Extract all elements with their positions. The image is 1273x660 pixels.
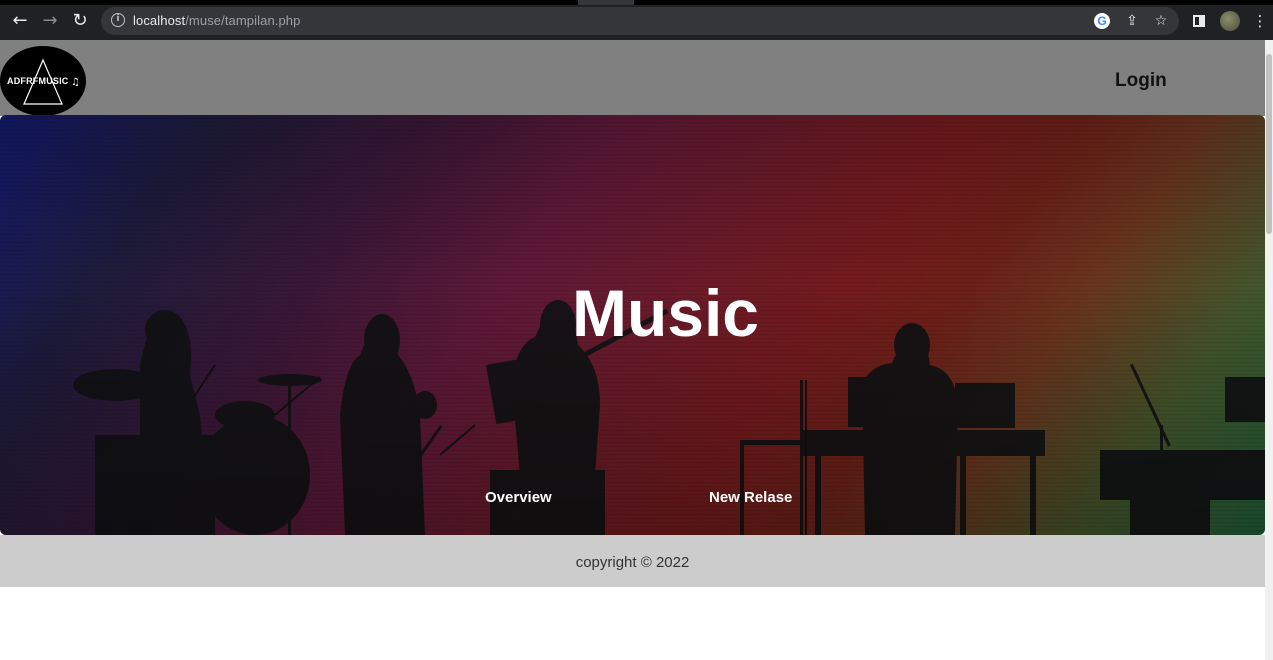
new-release-link[interactable]: New Relase [709,489,792,506]
reload-icon[interactable]: ↻ [70,11,90,31]
scrollbar-thumb[interactable] [1266,54,1272,234]
bookmark-star-icon[interactable]: ☆ [1153,13,1169,29]
menu-kebab-icon[interactable]: ⋮ [1251,12,1269,30]
svg-text:♫: ♫ [71,77,80,88]
url-path: /muse/tampilan.php [185,13,301,28]
share-icon[interactable]: ⇪ [1124,13,1140,29]
page-scrollbar[interactable] [1265,40,1273,660]
copyright-text: copyright © 2022 [575,554,690,571]
web-page: ♫ ADFRFMUSIC Login Music Overview New Re… [0,40,1265,660]
navbar: ♫ ADFRFMUSIC Login [0,40,1265,116]
forward-icon[interactable]: → [40,11,60,31]
url-host: localhost [133,13,186,28]
google-lens-icon[interactable]: G [1094,13,1110,29]
hero-title: Music [571,276,760,350]
overview-link[interactable]: Overview [485,489,552,506]
login-link[interactable]: Login [1115,70,1167,92]
back-icon[interactable]: ← [10,11,30,31]
browser-toolbar: ← → ↻ i localhost/muse/tampilan.php G ⇪ … [0,0,1273,40]
logo-text: ADFRFMUSIC [7,76,69,86]
footer: copyright © 2022 [0,535,1265,587]
site-info-icon[interactable]: i [111,13,125,27]
profile-avatar[interactable] [1220,11,1240,31]
side-panel-icon[interactable] [1193,15,1205,27]
address-url[interactable]: localhost/muse/tampilan.php [133,13,300,28]
tab-strip [0,0,1273,5]
address-bar[interactable]: i localhost/muse/tampilan.php G ⇪ ☆ [101,7,1179,35]
active-tab[interactable] [578,0,634,5]
site-logo[interactable]: ♫ ADFRFMUSIC [0,46,86,116]
hero-banner: Music Overview New Relase [0,115,1265,535]
